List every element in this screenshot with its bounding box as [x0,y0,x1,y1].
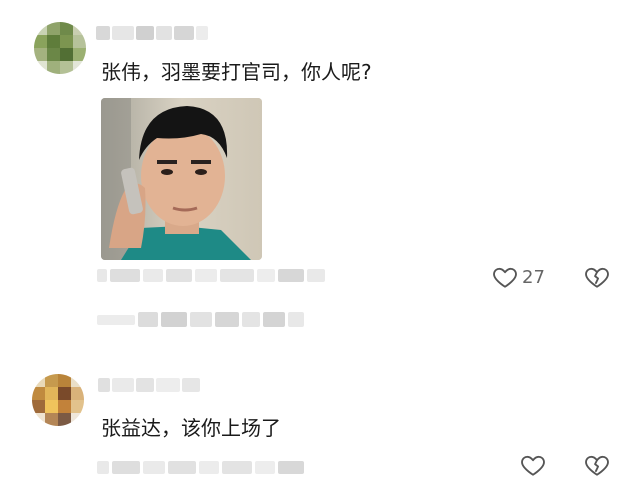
username-blurred[interactable] [98,378,200,392]
like-button[interactable]: 27 [492,264,545,290]
comment-meta-blurred [97,461,304,474]
comment-meta-blurred [97,269,325,282]
dislike-button[interactable] [584,264,610,290]
heart-outline-icon [493,267,517,288]
like-button[interactable] [520,452,546,478]
avatar[interactable] [32,374,84,426]
heart-outline-icon [521,455,545,476]
view-replies-blurred[interactable] [97,312,304,327]
comment-text: 张伟，羽墨要打官司，你人呢? [101,60,372,84]
broken-heart-icon [585,267,609,288]
like-count: 27 [522,266,545,288]
avatar[interactable] [34,22,86,74]
phone-call-photo [101,98,262,260]
broken-heart-icon [585,455,609,476]
username-blurred[interactable] [96,26,208,40]
comment-image[interactable] [101,98,262,260]
dislike-button[interactable] [584,452,610,478]
comment-text: 张益达，该你上场了 [101,416,281,440]
